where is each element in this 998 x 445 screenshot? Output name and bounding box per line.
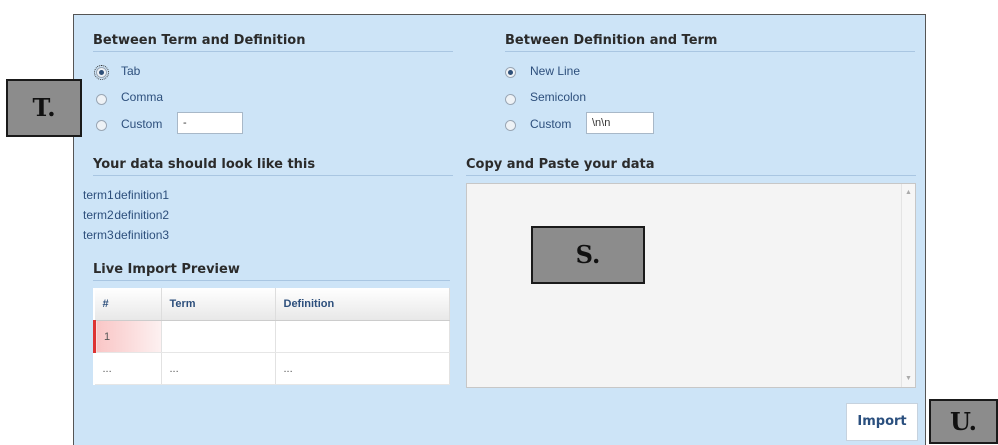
preview-header: Live Import Preview <box>93 262 450 281</box>
callout-t: T. <box>6 79 82 137</box>
definition-term-header: Between Definition and Term <box>505 33 915 52</box>
sample-term: term2 <box>83 208 114 222</box>
scroll-up-icon[interactable]: ▲ <box>905 189 912 196</box>
row-number: ... <box>94 352 162 385</box>
sample-term: term3 <box>83 228 114 242</box>
sample-definition: definition2 <box>114 208 170 222</box>
sample-row: term3 definition3 <box>83 228 169 242</box>
radio-custom-term[interactable] <box>96 120 107 131</box>
radio-custom-def-label: Custom <box>530 117 572 131</box>
radio-custom-def[interactable] <box>505 120 516 131</box>
row-definition <box>275 320 450 353</box>
col-number: # <box>94 288 162 321</box>
sample-term: term1 <box>83 188 114 202</box>
radio-new-line-label: New Line <box>530 64 581 78</box>
row-number: 1 <box>93 320 162 353</box>
radio-semicolon-label: Semicolon <box>530 90 587 104</box>
table-row: 1 <box>93 320 450 353</box>
import-button[interactable]: Import <box>846 403 918 441</box>
col-definition: Definition <box>275 288 450 321</box>
paste-header: Copy and Paste your data <box>466 157 916 176</box>
radio-custom-term-label: Custom <box>121 117 163 131</box>
sample-definition: definition3 <box>114 228 170 242</box>
callout-u: U. <box>929 399 998 444</box>
callout-s: S. <box>531 226 645 284</box>
paste-textarea[interactable]: ▲ ▼ <box>466 183 916 388</box>
custom-def-input[interactable] <box>586 112 654 134</box>
term-definition-header: Between Term and Definition <box>93 33 453 52</box>
radio-comma[interactable] <box>96 94 107 105</box>
row-term: ... <box>161 352 276 385</box>
preview-table: # Term Definition 1 ... ... ... <box>93 288 450 385</box>
sample-header: Your data should look like this <box>93 157 453 176</box>
row-term <box>161 320 276 353</box>
paste-scrollbar[interactable]: ▲ ▼ <box>901 184 915 387</box>
custom-term-input[interactable] <box>177 112 243 134</box>
col-term: Term <box>161 288 276 321</box>
radio-comma-label: Comma <box>121 90 164 104</box>
sample-row: term2 definition2 <box>83 208 169 222</box>
scroll-down-icon[interactable]: ▼ <box>905 375 912 382</box>
row-definition: ... <box>275 352 450 385</box>
radio-tab[interactable] <box>94 65 109 80</box>
radio-new-line[interactable] <box>505 67 516 78</box>
radio-semicolon[interactable] <box>505 94 516 105</box>
sample-definition: definition1 <box>114 188 170 202</box>
table-row: ... ... ... <box>94 352 450 385</box>
radio-tab-label: Tab <box>121 64 141 78</box>
sample-row: term1 definition1 <box>83 188 169 202</box>
